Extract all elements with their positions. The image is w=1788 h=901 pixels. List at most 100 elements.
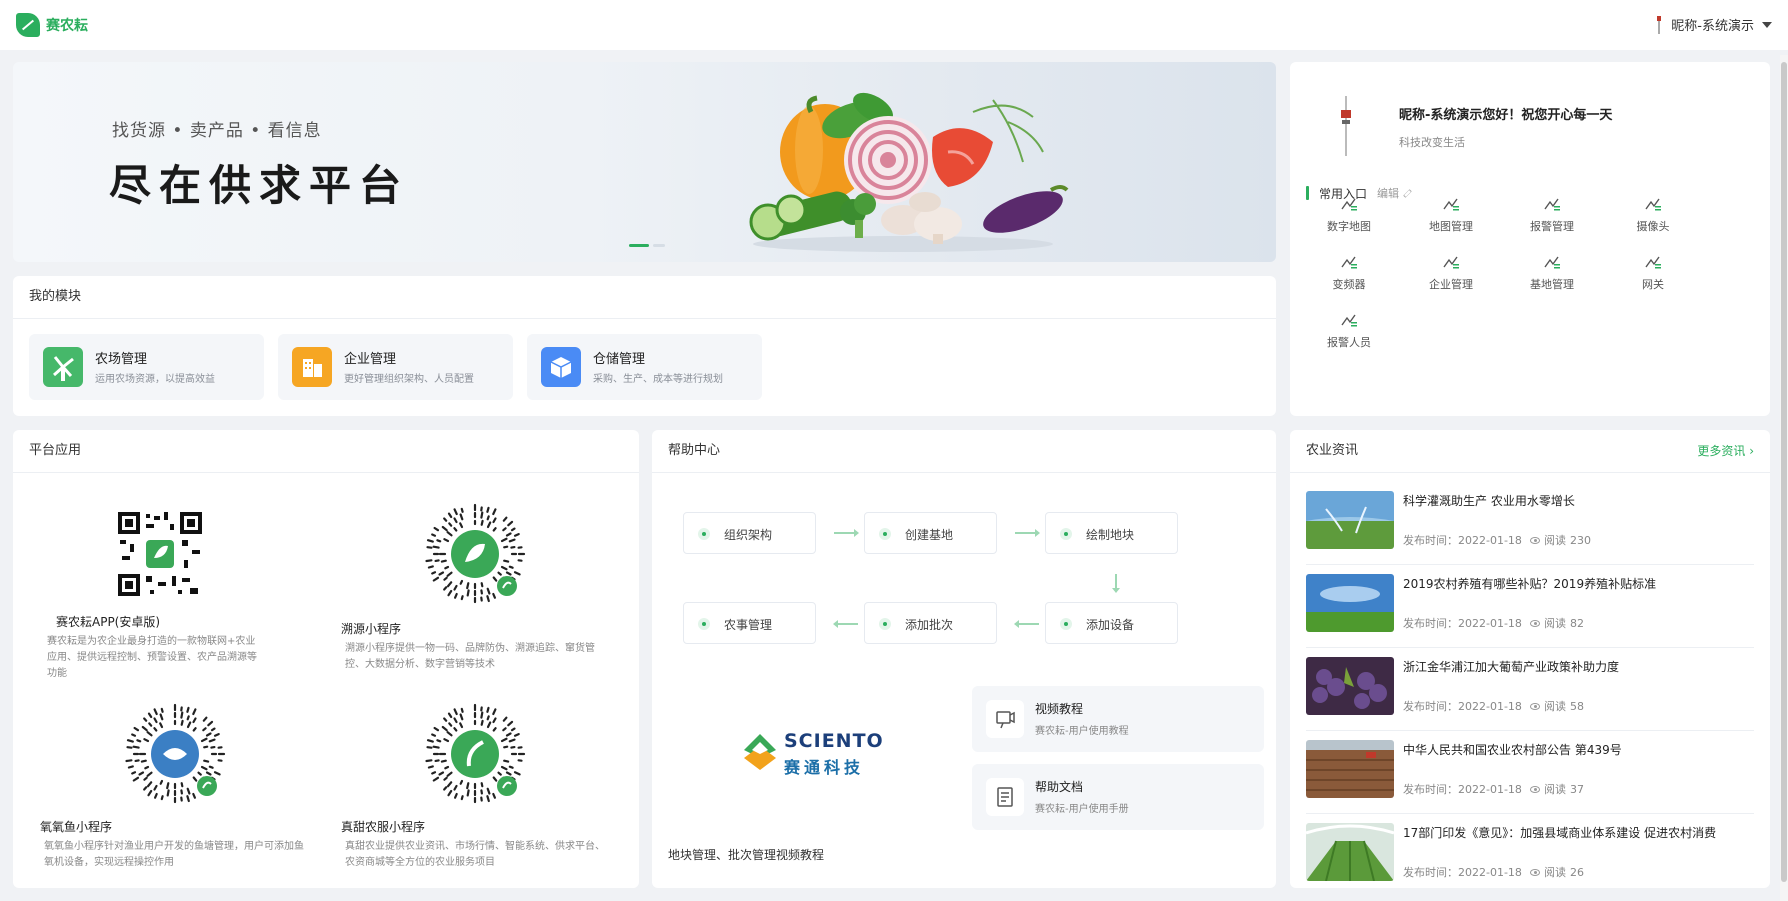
help-docs-card[interactable]: 帮助文档 赛农耘-用户使用手册 [972,764,1264,830]
module-desc: 采购、生产、成本等进行规划 [593,374,723,385]
date-value: 2022-01-18 [1458,617,1522,630]
news-item[interactable]: 科学灌溉助生产 农业用水零增长 发布时间：2022-01-18 阅读 230 [1306,482,1754,565]
news-thumbnail [1306,740,1394,798]
building-icon [292,347,332,387]
step-device[interactable]: 添加设备 [1045,602,1178,644]
eye-icon [1530,868,1540,876]
step-label: 添加设备 [1086,618,1135,632]
carousel-indicators[interactable] [629,244,665,247]
module-name: 农场管理 [95,352,148,367]
reads-count: 230 [1570,533,1591,547]
date-value: 2022-01-18 [1458,783,1522,796]
step-farming[interactable]: 农事管理 [683,602,816,644]
more-news-link[interactable]: 更多资讯 › [1697,430,1754,472]
video-tutorial-link[interactable]: 地块管理、批次管理视频教程 [668,846,824,863]
step-label: 添加批次 [905,618,954,632]
quick-entry-item[interactable]: 报警人员 [1309,312,1389,350]
news-item[interactable]: 17部门印发《意见》：加强县域商业体系建设 促进农村消费 发布时间：2022-01… [1306,814,1754,897]
dot-icon [879,618,891,630]
quick-entry-item[interactable]: 企业管理 [1411,254,1491,292]
carousel-dot[interactable] [653,244,665,247]
user-name: 昵称-系统演示 [1671,19,1754,34]
app-desc: 真甜农业提供农业资讯、市场行情、智能系统、供求平台、农资商城等全方位的农业服务项… [345,841,605,868]
iot-device-icon [1341,96,1351,156]
agri-news-panel: 农业资讯 更多资讯 › 科学灌溉助生产 农业用水零增长 发布时间：2022-01-… [1290,430,1770,888]
chart-icon [1341,198,1357,211]
arrow-right-icon [834,529,859,537]
reads-label: 阅读 [1544,534,1566,547]
news-date: 发布时间：2022-01-18 [1403,864,1522,880]
sciento-logo: SCIENTO 赛通科技 [742,728,884,777]
quick-entry-item[interactable]: 变频器 [1309,254,1389,292]
step-label: 创建基地 [905,528,954,542]
quick-entry-label: 报警人员 [1327,336,1371,349]
module-name: 企业管理 [344,352,397,367]
module-enterprise[interactable]: 企业管理 更好管理组织架构、人员配置 [278,334,513,400]
module-warehouse[interactable]: 仓储管理 采购、生产、成本等进行规划 [527,334,762,400]
app-logo[interactable]: 赛农耘 [16,13,88,37]
arrow-left-icon [1014,620,1039,628]
date-value: 2022-01-18 [1458,700,1522,713]
chart-icon [1645,198,1661,211]
help-center-panel: 帮助中心 组织架构 创建基地 绘制地块 农事管理 添加批次 添加设备 SCIEN… [652,430,1276,888]
brand-cn: 赛通科技 [784,758,865,777]
leaf-logo-icon [16,13,40,37]
banner-subtitle: 找货源 • 卖产品 • 看信息 [112,121,322,141]
news-item[interactable]: 中华人民共和国农业农村部公告 第439号 发布时间：2022-01-18 阅读 37 [1306,731,1754,814]
reads-count: 82 [1570,616,1584,630]
date-label: 发布时间： [1403,534,1458,547]
quick-entry-label: 变频器 [1332,278,1366,291]
app-desc: 溯源小程序提供一物一码、品牌防伪、溯源追踪、窜货管控、大数据分析、数字营销等技术 [345,643,595,670]
mini-program-code [425,703,526,804]
step-batch[interactable]: 添加批次 [864,602,997,644]
app-name: 氧氧鱼小程序 [40,820,113,834]
step-org[interactable]: 组织架构 [683,512,816,554]
news-item[interactable]: 浙江金华浦江加大葡萄产业政策补助力度 发布时间：2022-01-18 阅读 58 [1306,648,1754,731]
arrow-left-icon [833,620,858,628]
news-title: 科学灌溉助生产 农业用水零增长 [1403,494,1575,508]
banner-carousel[interactable]: 找货源 • 卖产品 • 看信息 尽在供求平台 [13,62,1276,262]
quick-entry-item[interactable]: 报警管理 [1512,196,1592,234]
news-thumbnail [1306,657,1394,715]
app-name: 溯源小程序 [341,622,402,636]
news-thumbnail [1306,574,1394,632]
step-plot[interactable]: 绘制地块 [1045,512,1178,554]
module-name: 仓储管理 [593,352,646,367]
module-desc: 运用农场资源，以提高效益 [95,374,215,385]
sciento-mark-icon [744,734,776,770]
app-name: 赛农耘APP(安卓版) [56,615,161,629]
divider [652,472,1276,473]
quick-entry-item[interactable]: 地图管理 [1411,196,1491,234]
mini-program-code [425,503,526,604]
news-reads: 阅读 230 [1530,532,1591,548]
news-date: 发布时间：2022-01-18 [1403,532,1522,548]
divider [13,472,639,473]
quick-entry-label: 数字地图 [1327,220,1371,233]
quick-entry-item[interactable]: 网关 [1613,254,1693,292]
arrow-down-icon [1112,574,1120,593]
chart-icon [1341,256,1357,269]
step-label: 绘制地块 [1086,528,1135,542]
brand-en: SCIENTO [784,730,884,752]
carousel-dot-active[interactable] [629,244,649,247]
chart-icon [1443,256,1459,269]
more-news-label: 更多资讯 [1697,444,1746,458]
step-base[interactable]: 创建基地 [864,512,997,554]
news-reads: 阅读 58 [1530,698,1584,714]
user-welcome-panel: 昵称-系统演示您好！祝您开心每一天 科技改变生活 常用入口 编辑 数字地图 地图管… [1290,62,1770,416]
video-tutorial-card[interactable]: 视频教程 赛农耘-用户使用教程 [972,686,1264,752]
quick-entry-item[interactable]: 数字地图 [1309,196,1389,234]
dot-icon [879,528,891,540]
news-reads: 阅读 82 [1530,615,1584,631]
quick-entry-item[interactable]: 摄像头 [1613,196,1693,234]
quick-entry-label: 地图管理 [1429,220,1473,233]
quick-entry-item[interactable]: 基地管理 [1512,254,1592,292]
news-item[interactable]: 2019农村养殖有哪些补贴？2019养殖补贴标准 发布时间：2022-01-18 阅… [1306,565,1754,648]
module-farm[interactable]: 农场管理 运用农场资源，以提高效益 [29,334,264,400]
avatar [1655,15,1663,34]
scrollbar-thumb[interactable] [1781,62,1787,882]
user-menu[interactable]: 昵称-系统演示 [1655,15,1772,34]
chart-icon [1443,198,1459,211]
reads-label: 阅读 [1544,700,1566,713]
reads-count: 26 [1570,865,1584,879]
